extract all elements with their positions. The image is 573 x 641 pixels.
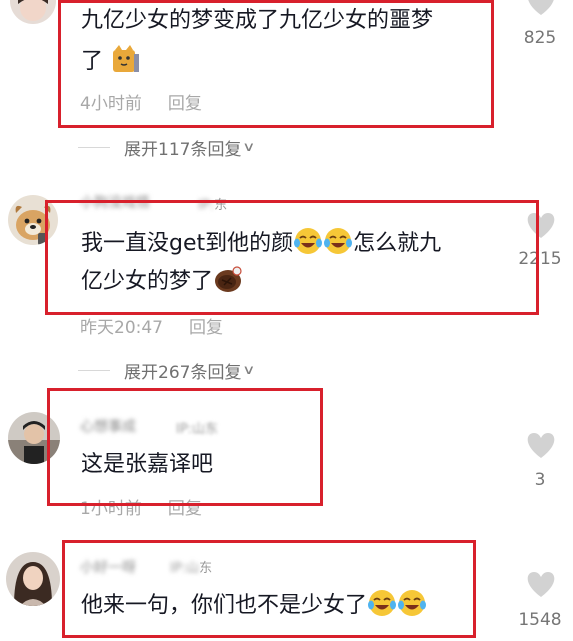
like-count: 2215 [518, 249, 562, 269]
comment-text: 我一直没get到他的颜 怎么就九 [81, 226, 441, 261]
laughing-tears-emoji-icon [323, 226, 353, 256]
like-count: 825 [523, 28, 557, 48]
expand-replies-button[interactable]: 展开267条回复 ∨ [78, 358, 256, 383]
avatar[interactable] [8, 412, 60, 464]
chevron-down-icon: ∨ [242, 363, 256, 378]
comment-meta: 昨天20:47 回复 [80, 313, 223, 338]
divider-line [78, 370, 110, 371]
highlight-box [47, 388, 323, 506]
expand-replies-button[interactable]: 展开117条回复 ∨ [78, 135, 256, 160]
reply-button[interactable]: 回复 [168, 94, 202, 114]
location-tag: IP:东 [198, 198, 228, 213]
like-count: 3 [534, 470, 546, 490]
comment-text-line-2: 亿少女的梦了 [81, 264, 243, 299]
chevron-down-icon: ∨ [242, 140, 256, 155]
location-tag: IP:山东 [176, 422, 219, 437]
cat-sticker-icon [110, 44, 140, 74]
heart-icon[interactable] [525, 0, 557, 16]
avatar[interactable] [8, 195, 58, 245]
location-blurred: IP:山 [170, 561, 200, 576]
laughing-tears-emoji-icon [397, 588, 427, 618]
divider-line [78, 147, 110, 148]
laughing-tears-emoji-icon [367, 588, 397, 618]
heart-icon[interactable] [525, 211, 557, 239]
username[interactable]: 心想事成 [80, 416, 136, 436]
timestamp: 4小时前 [80, 94, 142, 114]
reply-button[interactable]: 回复 [189, 318, 223, 338]
laughing-tears-emoji-icon [293, 226, 323, 256]
timestamp: 1小时前 [80, 499, 142, 519]
heart-icon[interactable] [525, 570, 557, 598]
steak-emoji-icon [213, 264, 243, 294]
expand-replies-label: 展开267条回复 [124, 363, 242, 383]
location-tag: IP:山东 [170, 561, 213, 576]
like-count: 1548 [518, 610, 562, 630]
comment-meta: 4小时前 回复 [80, 89, 202, 114]
username[interactable]: 小狗没戏悟 [80, 192, 150, 212]
avatar[interactable] [10, 0, 56, 24]
comment-text-line-2: 了 [81, 44, 140, 79]
username[interactable]: 小好一呀 [80, 557, 136, 577]
location-blurred: IP: [198, 198, 215, 213]
reply-button[interactable]: 回复 [168, 499, 202, 519]
expand-replies-label: 展开117条回复 [124, 140, 242, 160]
timestamp: 昨天20:47 [80, 318, 163, 338]
comment-text: 这是张嘉译吧 [81, 452, 214, 477]
avatar[interactable] [6, 552, 60, 606]
heart-icon[interactable] [525, 431, 557, 459]
comment-meta: 1小时前 回复 [80, 494, 202, 519]
comment-text: 他来一句，你们也不是少女了 [81, 588, 427, 623]
comment-text: 九亿少女的梦变成了九亿少女的噩梦 [81, 8, 434, 33]
